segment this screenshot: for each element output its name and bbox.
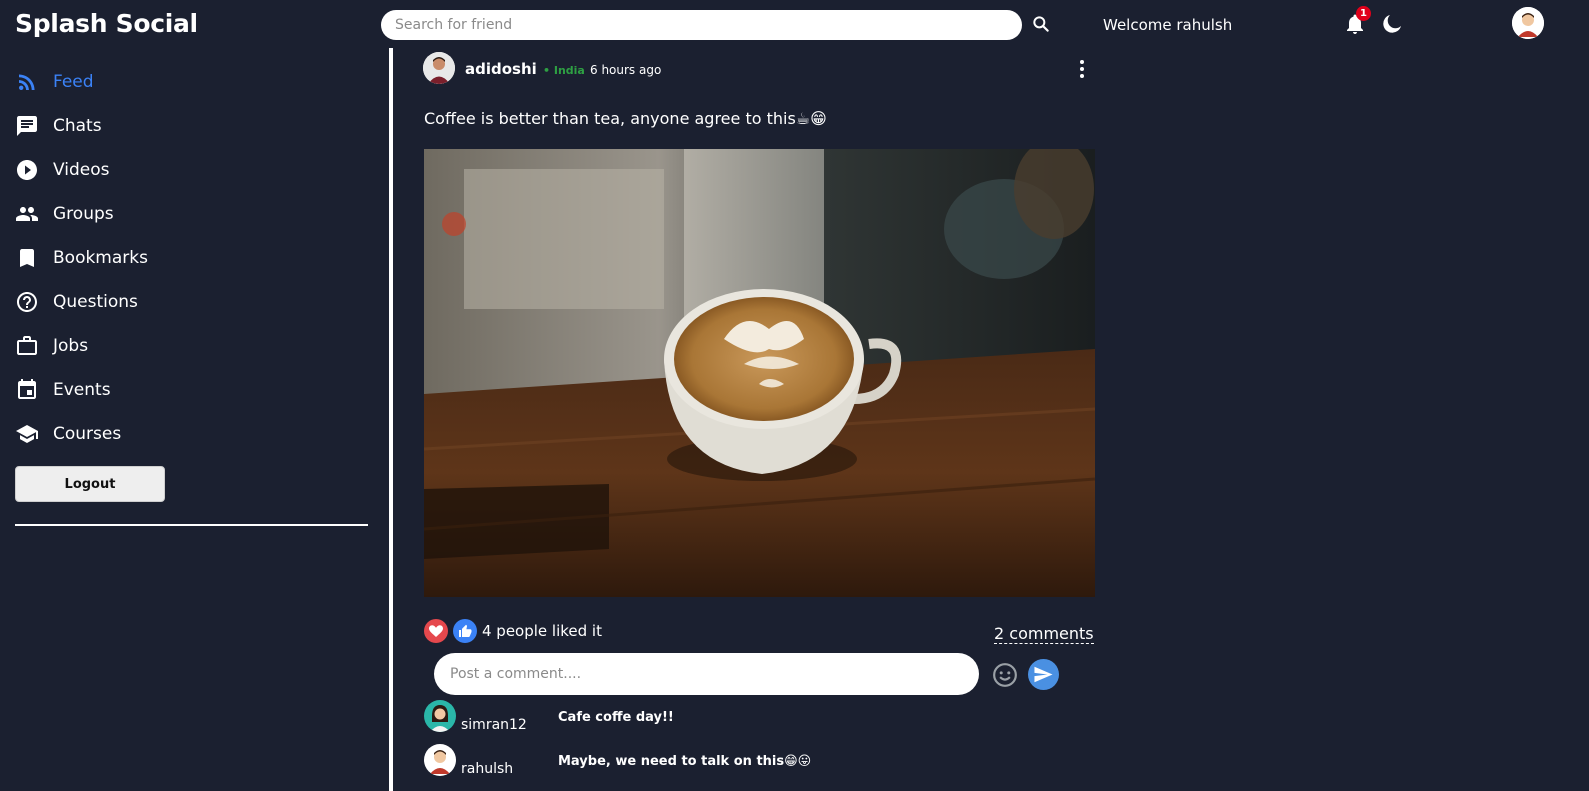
sidebar-item-label: Courses	[53, 424, 122, 444]
send-icon	[1034, 666, 1053, 683]
sidebar-item-events[interactable]: Events	[15, 375, 111, 405]
likes-count-text: 4 people liked it	[482, 622, 602, 640]
feed-left-border	[389, 48, 393, 791]
post-author-name[interactable]: adidoshi	[465, 60, 537, 78]
logout-button[interactable]: Logout	[15, 466, 165, 502]
sidebar-item-label: Jobs	[53, 336, 89, 356]
sidebar-item-label: Chats	[53, 116, 102, 136]
sidebar-item-label: Groups	[53, 204, 114, 224]
welcome-text: Welcome rahulsh	[1103, 16, 1233, 34]
post-author-avatar[interactable]	[423, 52, 455, 84]
sidebar-item-label: Feed	[53, 72, 94, 92]
dark-mode-moon-icon[interactable]	[1380, 12, 1404, 36]
school-icon	[16, 425, 38, 443]
user-avatar[interactable]	[1512, 7, 1544, 39]
sidebar-item-groups[interactable]: Groups	[15, 199, 114, 229]
comments-count-link[interactable]: 2 comments	[994, 625, 1094, 644]
comment-username[interactable]: rahulsh	[461, 761, 513, 777]
post-timestamp: 6 hours ago	[590, 63, 662, 77]
comment-text: Maybe, we need to talk on this😁😛	[558, 754, 812, 769]
notification-badge: 1	[1356, 6, 1371, 21]
sidebar-item-label: Events	[53, 380, 111, 400]
help-circle-icon	[17, 292, 37, 312]
briefcase-icon	[17, 336, 37, 355]
sidebar-item-chats[interactable]: Chats	[15, 111, 102, 141]
send-comment-button[interactable]	[1028, 659, 1059, 690]
bookmark-icon	[20, 249, 34, 267]
rss-icon	[19, 74, 35, 90]
group-icon	[16, 207, 38, 221]
post-card: adidoshi • India 6 hours ago Coffee is b…	[394, 48, 1105, 791]
chat-icon	[17, 116, 37, 136]
sidebar-item-feed[interactable]: Feed	[15, 67, 94, 97]
comment-avatar[interactable]	[424, 700, 456, 732]
comment-username[interactable]: simran12	[461, 717, 527, 733]
heart-reaction-icon[interactable]	[424, 619, 448, 643]
play-circle-icon	[17, 160, 37, 180]
search-input[interactable]	[381, 10, 1022, 40]
post-text: Coffee is better than tea, anyone agree …	[424, 109, 827, 128]
search-icon[interactable]	[1031, 14, 1051, 34]
calendar-icon	[18, 379, 36, 399]
sidebar-item-jobs[interactable]: Jobs	[15, 331, 88, 361]
thumbs-up-reaction-icon[interactable]	[453, 619, 477, 643]
comment-input[interactable]	[434, 653, 979, 695]
sidebar-item-label: Questions	[53, 292, 138, 312]
top-bar: Splash Social Welcome rahulsh 1	[0, 0, 1589, 48]
sidebar-item-videos[interactable]: Videos	[15, 155, 110, 185]
sidebar-item-bookmarks[interactable]: Bookmarks	[15, 243, 148, 273]
post-image[interactable]	[424, 149, 1095, 597]
comment-avatar[interactable]	[424, 744, 456, 776]
comment-text: Cafe coffe day!!	[558, 710, 674, 725]
sidebar-divider	[15, 524, 368, 526]
sidebar-item-label: Bookmarks	[53, 248, 148, 268]
sidebar-item-questions[interactable]: Questions	[15, 287, 138, 317]
emoji-icon[interactable]	[992, 662, 1018, 688]
sidebar-item-courses[interactable]: Courses	[15, 419, 121, 449]
app-logo[interactable]: Splash Social	[15, 9, 198, 38]
post-location: • India	[543, 64, 585, 77]
sidebar-item-label: Videos	[53, 160, 110, 180]
more-options-icon[interactable]	[1070, 57, 1094, 81]
